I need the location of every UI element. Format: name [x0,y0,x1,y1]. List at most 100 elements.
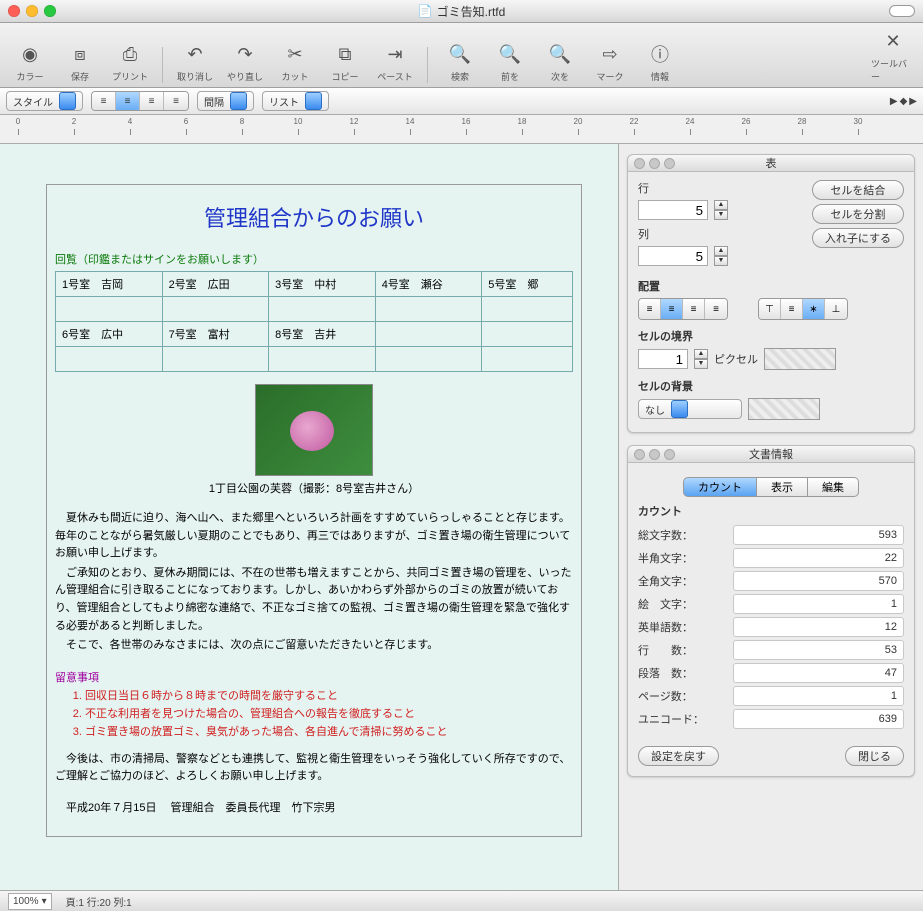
v-align-bottom-button[interactable]: ⊥ [825,299,847,319]
border-stepper[interactable]: ▲▼ [694,349,708,369]
table-cell[interactable]: 1号室 吉岡 [56,272,163,297]
count-value: 593 [733,525,904,545]
spacing-select[interactable]: 間隔 [197,91,254,111]
table-cell[interactable] [482,322,573,347]
rows-input[interactable] [638,200,708,220]
room-table[interactable]: 1号室 吉岡2号室 広田3号室 中村4号室 瀬谷5号室 郷 6号室 広中7号室 富… [55,271,573,372]
table-cell[interactable]: 2号室 広田 [162,272,269,297]
mark-button[interactable]: ⇨マーク [588,40,632,83]
paste-button[interactable]: ⇥ペースト [373,40,417,83]
nav-play-icon[interactable]: ◆ [900,96,908,107]
table-cell[interactable] [56,297,163,322]
info-button[interactable]: ⓘ情報 [638,40,682,83]
count-key: 段落 数： [638,665,733,681]
border-label: セルの境界 [638,328,904,344]
align-left-button[interactable]: ≡ [92,92,116,110]
close-icon[interactable] [8,5,20,17]
table-cell[interactable] [375,347,482,372]
v-align-top-button[interactable]: ⊤ [759,299,781,319]
status-bar: 100%▾ 頁:1 行:20 列:1 [0,890,923,911]
nav-prev-icon[interactable]: ▶ [890,96,898,107]
align-justify-button[interactable]: ≡ [164,92,188,110]
tab-表示[interactable]: 表示 [757,477,808,497]
color-button[interactable]: ◉カラー [8,40,52,83]
table-cell[interactable] [482,297,573,322]
ruler[interactable]: 024681012141618202224262830 [0,115,923,144]
table-cell[interactable]: 7号室 富村 [162,322,269,347]
cut-button[interactable]: ✂カット [273,40,317,83]
table-cell[interactable] [269,297,376,322]
table-row[interactable] [56,297,573,322]
table-cell[interactable]: 6号室 広中 [56,322,163,347]
window-controls[interactable] [0,5,56,17]
close-panel-button[interactable]: 閉じる [845,746,904,766]
v-align-segment[interactable]: ⊤ ≡ ∗ ⊥ [758,298,848,320]
cols-stepper[interactable]: ▲▼ [714,246,728,266]
table-cell[interactable]: 5号室 郷 [482,272,573,297]
save-button[interactable]: ⧈保存 [58,40,102,83]
find-button[interactable]: 🔍検索 [438,40,482,83]
table-cell[interactable] [269,347,376,372]
minimize-icon[interactable] [26,5,38,17]
split-cells-button[interactable]: セルを分割 [812,204,904,224]
reset-settings-button[interactable]: 設定を戻す [638,746,719,766]
border-width-input[interactable] [638,349,688,369]
tab-編集[interactable]: 編集 [808,477,859,497]
redo-button[interactable]: ↷やり直し [223,40,267,83]
border-color-well[interactable] [764,348,836,370]
nav-arrows[interactable]: ▶ ◆ ▶ [890,96,917,107]
table-row[interactable]: 1号室 吉岡2号室 広田3号室 中村4号室 瀬谷5号室 郷 [56,272,573,297]
merge-cells-button[interactable]: セルを結合 [812,180,904,200]
table-cell[interactable] [375,322,482,347]
count-value: 53 [733,640,904,660]
cols-input[interactable] [638,246,708,266]
text-align-segment[interactable]: ≡ ≡ ≡ ≡ [91,91,189,111]
style-select[interactable]: スタイル [6,91,83,111]
h-align-justify-button[interactable]: ≡ [705,299,727,319]
nest-table-button[interactable]: 入れ子にする [812,228,904,248]
table-row[interactable]: 6号室 広中7号室 富村8号室 吉井 [56,322,573,347]
table-cell[interactable]: 3号室 中村 [269,272,376,297]
bg-color-well[interactable] [748,398,820,420]
docinfo-tabs[interactable]: カウント表示編集 [638,477,904,497]
toolbar-label: ペースト [377,70,413,83]
align-center-button[interactable]: ≡ [116,92,140,110]
count-row: 行 数：53 [638,640,904,660]
zoom-select[interactable]: 100%▾ [8,893,52,910]
tab-カウント[interactable]: カウント [683,477,757,497]
document-page: 管理組合からのお願い 回覧（印鑑またはサインをお願いします） 1号室 吉岡2号室… [46,184,582,837]
bg-label: セルの背景 [638,378,904,394]
table-cell[interactable]: 8号室 吉井 [269,322,376,347]
v-align-middle-button[interactable]: ≡ [781,299,803,319]
h-align-center-button[interactable]: ≡ [661,299,683,319]
copy-icon: ⧉ [330,40,360,68]
table-cell[interactable]: 4号室 瀬谷 [375,272,482,297]
rows-stepper[interactable]: ▲▼ [714,200,728,220]
h-align-segment[interactable]: ≡ ≡ ≡ ≡ [638,298,728,320]
v-align-baseline-button[interactable]: ∗ [803,299,825,319]
table-cell[interactable] [375,297,482,322]
customize-toolbar-button[interactable]: ✕ツールバー [871,27,915,83]
list-select[interactable]: リスト [262,91,329,111]
prev-button[interactable]: 🔍前を [488,40,532,83]
next-button[interactable]: 🔍次を [538,40,582,83]
zoom-icon[interactable] [44,5,56,17]
print-button[interactable]: ⎙プリント [108,40,152,83]
toolbar-label: 取り消し [177,70,213,83]
undo-button[interactable]: ↶ 取り消し [173,40,217,83]
table-row[interactable] [56,347,573,372]
undo-icon: ↶ [180,40,210,68]
h-align-right-button[interactable]: ≡ [683,299,705,319]
nav-next-icon[interactable]: ▶ [909,96,917,107]
table-cell[interactable] [482,347,573,372]
h-align-left-button[interactable]: ≡ [639,299,661,319]
toolbar-pill-icon[interactable] [889,5,915,17]
count-row: ページ数：1 [638,686,904,706]
table-cell[interactable] [162,347,269,372]
copy-button[interactable]: ⧉コピー [323,40,367,83]
table-cell[interactable] [162,297,269,322]
align-right-button[interactable]: ≡ [140,92,164,110]
bg-select[interactable]: なし [638,399,742,419]
table-cell[interactable] [56,347,163,372]
editor-area[interactable]: 管理組合からのお願い 回覧（印鑑またはサインをお願いします） 1号室 吉岡2号室… [0,144,618,890]
